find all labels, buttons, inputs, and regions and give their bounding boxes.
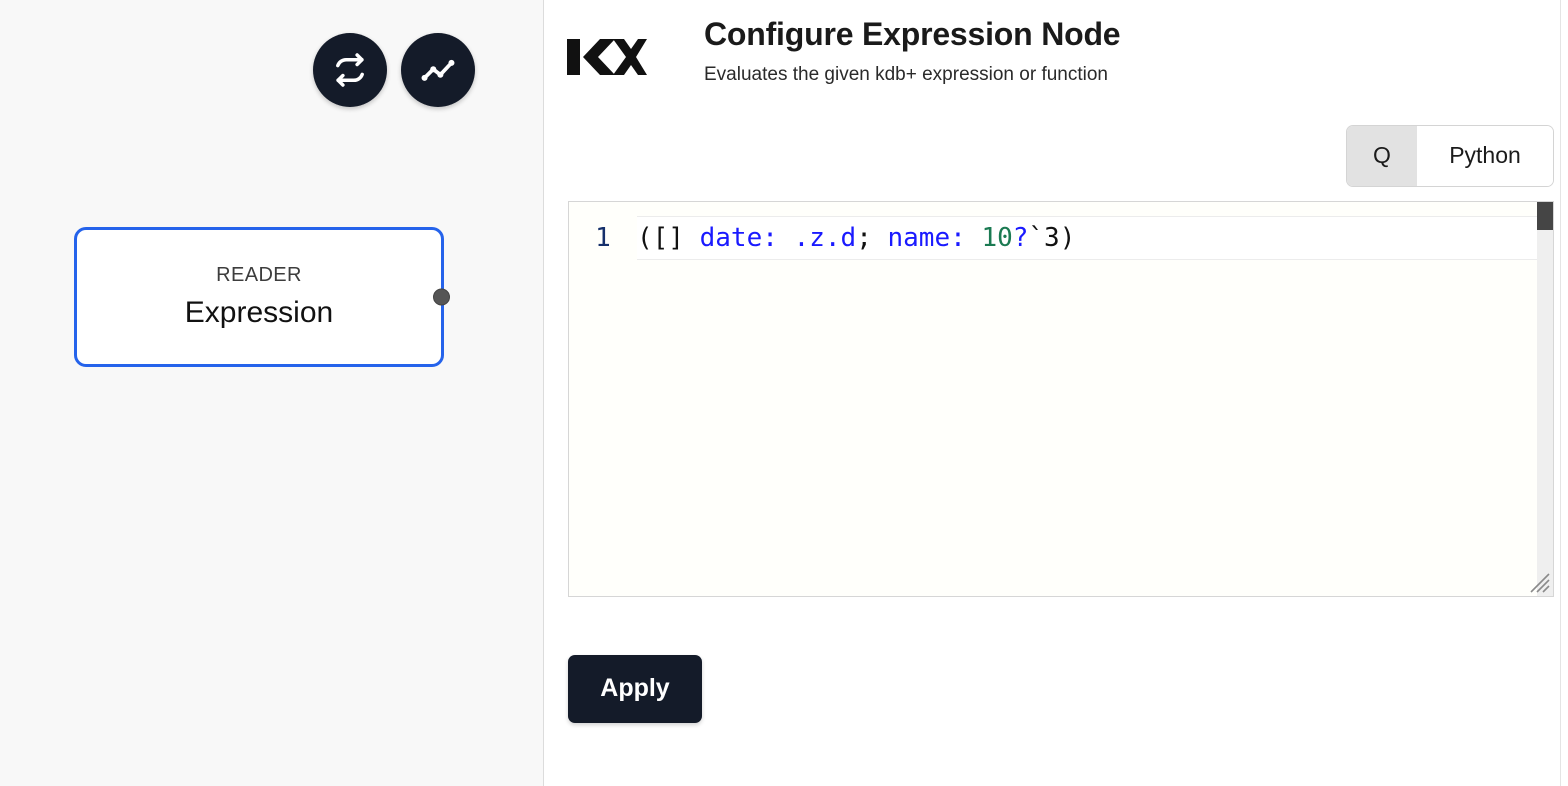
line-number-gutter: 1 <box>569 201 637 596</box>
config-header-text: Configure Expression Node Evaluates the … <box>648 14 1121 87</box>
code-text-area[interactable]: ([] date: .z.d; name: 10?`3) <box>637 202 1553 596</box>
code-editor-body[interactable]: 1 ([] date: .z.d; name: 10?`3) <box>569 201 1553 596</box>
language-toggle-row: Q Python <box>544 124 1568 187</box>
kx-logo <box>566 14 648 80</box>
tab-language-python[interactable]: Python <box>1417 125 1553 186</box>
activity-icon <box>419 51 457 89</box>
page-title: Configure Expression Node <box>704 16 1121 52</box>
editor-resize-handle[interactable] <box>1529 572 1551 594</box>
code-line-1[interactable]: ([] date: .z.d; name: 10?`3) <box>637 216 1553 260</box>
canvas-toolbar <box>313 33 475 107</box>
expression-node-config-screen: READER Expression Configure Expression N… <box>0 0 1568 786</box>
code-token: ([] <box>637 222 700 253</box>
page-vertical-scrollbar[interactable] <box>1560 0 1568 786</box>
config-header: Configure Expression Node Evaluates the … <box>544 0 1568 87</box>
code-token: .z.d <box>793 222 857 253</box>
line-number: 1 <box>595 222 611 253</box>
page-subtitle: Evaluates the given kdb+ expression or f… <box>704 64 1109 85</box>
apply-row: Apply <box>544 597 1568 723</box>
node-card-expression[interactable]: READER Expression <box>74 227 450 367</box>
code-token: date: <box>699 222 778 253</box>
editor-scrollbar-thumb[interactable] <box>1537 201 1553 230</box>
apply-button[interactable]: Apply <box>568 654 702 723</box>
refresh-icon-button[interactable] <box>313 33 387 107</box>
node-kind-label: READER <box>216 264 302 286</box>
refresh-icon <box>331 51 369 89</box>
pipeline-canvas[interactable]: READER Expression <box>0 0 544 786</box>
activity-icon-button[interactable] <box>401 33 475 107</box>
code-token: 10 <box>981 222 1013 253</box>
code-token: ? <box>1012 222 1029 253</box>
config-panel: Configure Expression Node Evaluates the … <box>544 0 1568 786</box>
language-toggle[interactable]: Q Python <box>1346 124 1554 187</box>
code-token: ; <box>856 222 888 253</box>
code-editor[interactable]: 1 ([] date: .z.d; name: 10?`3) <box>568 200 1554 597</box>
node-title-label: Expression <box>184 296 334 329</box>
tab-language-q[interactable]: Q <box>1347 125 1417 186</box>
code-token: `3) <box>1028 222 1076 253</box>
code-token: name: <box>887 222 966 253</box>
node-output-port[interactable] <box>433 288 450 306</box>
editor-vertical-scrollbar[interactable] <box>1537 201 1553 596</box>
